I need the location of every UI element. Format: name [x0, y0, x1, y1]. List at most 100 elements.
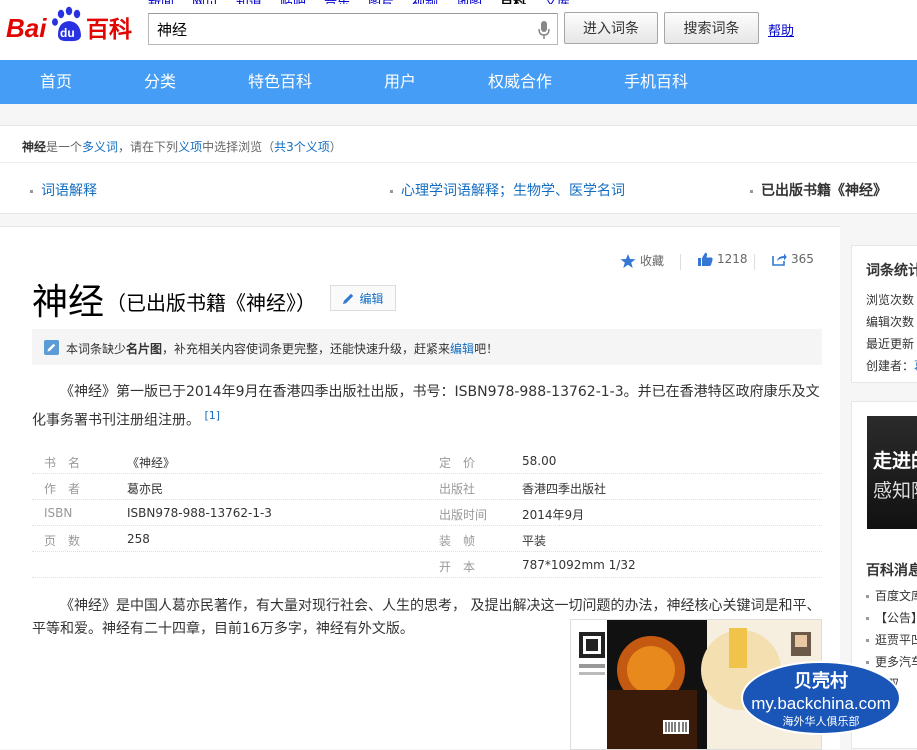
main-nav: 首页 分类 特色百科 用户 权威合作 手机百科 — [0, 60, 917, 104]
senses-link[interactable]: 义项 — [178, 140, 202, 154]
baidu-baike-logo[interactable]: Bai du 百科 — [6, 2, 140, 44]
sense-label: 心理学词语解释；生物学、医学名词 — [401, 183, 625, 199]
divider — [680, 254, 681, 270]
search-box — [148, 13, 558, 45]
infobox-row: 开 本 787*1092mm 1/32 — [32, 552, 822, 578]
sense-item[interactable]: 词语解释 — [30, 180, 97, 200]
help-link[interactable]: 帮助 — [768, 20, 794, 39]
sense-label: 已出版书籍《神经》 — [761, 183, 887, 199]
reference-link[interactable]: [1] — [204, 409, 220, 422]
infobox-label: 定 价 — [439, 456, 476, 470]
sense-item[interactable]: 心理学词语解释；生物学、医学名词 — [390, 180, 625, 200]
stat-creator: 创建者：葛 — [866, 357, 917, 374]
news-item-label: 逛贾平凹 — [875, 633, 917, 647]
infobox-row: 页 数 258 装 帧 平装 — [32, 526, 822, 552]
infobox-value: 258 — [127, 532, 150, 546]
news-item[interactable]: 百度文库 — [866, 587, 917, 604]
polysemy-link[interactable]: 多义词 — [82, 140, 118, 154]
tip-text-2: ，补充相关内容使词条更完整，还能快速升级，赶紧来 — [162, 342, 451, 356]
news-item[interactable]: 逛贾平凹 — [866, 631, 917, 648]
nav-user[interactable]: 用户 — [384, 60, 416, 104]
sense-item-current: 已出版书籍《神经》 — [750, 180, 887, 200]
backchina-watermark: 贝壳村 my.backchina.com 海外华人俱乐部 — [741, 661, 901, 735]
news-item-label: 【公告】 — [875, 611, 917, 625]
nav-mobile[interactable]: 手机百科 — [624, 60, 688, 104]
microphone-icon[interactable] — [537, 20, 551, 40]
polysemy-notice: 神经是一个多义词，请在下列义项中选择浏览（共3个义项） — [22, 138, 342, 155]
polysemy-text-1: 是一个 — [46, 140, 83, 154]
search-input[interactable] — [149, 14, 519, 44]
nav-category[interactable]: 分类 — [144, 60, 176, 104]
infobox-value: 2014年9月 — [522, 508, 585, 522]
infobox-label: ISBN — [44, 506, 73, 520]
collect-label: 收藏 — [640, 254, 665, 268]
infobox-value: 58.00 — [522, 454, 557, 468]
infobox-value: 平装 — [522, 534, 547, 548]
like-button[interactable]: 1218 — [698, 252, 748, 266]
infobox-row: 书 名 《神经》 定 价 58.00 — [32, 448, 822, 474]
infobox-label: 出版时间 — [439, 508, 488, 522]
stat-views: 浏览次数 — [866, 293, 915, 307]
news-item-label: 百度文库 — [875, 589, 917, 603]
page-title: 神经 — [32, 282, 105, 323]
infobox-value: ISBN978-988-13762-1-3 — [127, 506, 272, 520]
edit-label: 编辑 — [359, 291, 384, 306]
top-link-web[interactable]: 网页 — [192, 0, 218, 4]
like-count: 1218 — [717, 252, 748, 266]
divider — [0, 162, 917, 163]
watermark-line1: 贝壳村 — [794, 670, 848, 692]
news-title: 百科消息 — [866, 563, 917, 579]
infobox-label: 作 者 — [44, 482, 81, 496]
sense-label: 词语解释 — [41, 183, 97, 199]
top-link-wenku[interactable]: 文库 — [544, 0, 570, 4]
pencil-icon — [343, 293, 354, 304]
tip-text-3: 吧！ — [474, 342, 499, 356]
polysemy-term: 神经 — [22, 140, 47, 154]
logo-bai-text: Bai — [6, 13, 47, 43]
enter-entry-button[interactable]: 进入词条 — [564, 12, 658, 44]
tip-text-1: 本词条缺少 — [66, 342, 127, 356]
divider — [754, 254, 755, 270]
top-link-news[interactable]: 新闻 — [148, 0, 174, 4]
logo-graphic: Bai du 百科 — [6, 6, 132, 43]
page-subtitle: （已出版书籍《神经》） — [106, 291, 316, 315]
missing-image-tip: 本词条缺少名片图，补充相关内容使词条更完整，还能快速升级，赶紧来编辑吧！ — [32, 329, 822, 365]
creator-label: 创建者： — [866, 359, 915, 373]
edit-button[interactable]: 编辑 — [330, 285, 396, 311]
infobox-label: 页 数 — [44, 534, 81, 548]
top-link-video[interactable]: 视频 — [412, 0, 438, 4]
share-icon — [772, 253, 787, 266]
infobox-value: 787*1092mm 1/32 — [522, 558, 636, 572]
sense-count-link[interactable]: 共3个义项 — [274, 140, 330, 154]
stat-edits: 编辑次数 — [866, 315, 915, 329]
top-link-music[interactable]: 音乐 — [324, 0, 350, 4]
nav-home[interactable]: 首页 — [40, 60, 72, 104]
intro-text: 《神经》第一版已于2014年9月在香港四季出版社出版，书号：ISBN978-98… — [32, 384, 820, 429]
star-icon — [620, 253, 636, 268]
tip-bold: 名片图 — [126, 342, 163, 356]
collect-button[interactable]: 收藏 — [620, 252, 664, 269]
top-link-zhidao[interactable]: 知道 — [236, 0, 262, 4]
top-link-map[interactable]: 地图 — [456, 0, 482, 4]
nav-partners[interactable]: 权威合作 — [488, 60, 552, 104]
tip-edit-link[interactable]: 编辑 — [450, 342, 474, 356]
ad-banner[interactable]: 走进的 感知阿 — [867, 416, 917, 529]
share-button[interactable]: 365 — [772, 252, 814, 266]
search-entry-button[interactable]: 搜索词条 — [664, 12, 759, 44]
polysemy-text-2: ，请在下列 — [118, 140, 179, 154]
logo-baike-text: 百科 — [86, 17, 132, 43]
intro-paragraph: 《神经》第一版已于2014年9月在香港四季出版社出版，书号：ISBN978-98… — [32, 381, 822, 433]
share-count: 365 — [791, 252, 814, 266]
header: 新闻网页知道贴吧音乐图片视频地图百科文库 Bai du 百科 进入词条 搜索词条… — [0, 0, 917, 60]
top-product-nav: 新闻 网页 知道 贴吧 音乐 图片 视频 地图 百科 文库 — [148, 0, 588, 4]
top-link-baike: 百科 — [500, 0, 526, 4]
infobox-label: 装 帧 — [439, 534, 476, 548]
nav-featured[interactable]: 特色百科 — [248, 60, 312, 104]
news-item[interactable]: 【公告】 — [866, 609, 917, 626]
top-link-tieba[interactable]: 贴吧 — [280, 0, 306, 4]
infobox-row: ISBN ISBN978-988-13762-1-3 出版时间 2014年9月 — [32, 500, 822, 526]
polysemy-text-3: 中选择浏览（ — [202, 140, 275, 154]
watermark-line3: 海外华人俱乐部 — [783, 714, 860, 728]
top-link-images[interactable]: 图片 — [368, 0, 394, 4]
ad-text-2: 感知阿 — [873, 480, 917, 502]
